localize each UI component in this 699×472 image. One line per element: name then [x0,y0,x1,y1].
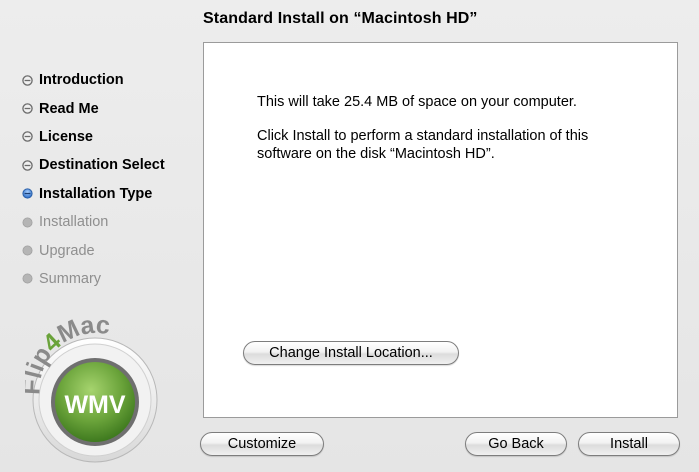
step-installation: Installation [22,208,202,236]
step-pending-icon [22,245,33,256]
window-title: Standard Install on “Macintosh HD” [203,10,478,27]
step-done-icon [22,103,33,114]
step-label: Installation [39,214,109,231]
installer-steps-sidebar: Introduction Read Me License Destination… [22,66,202,293]
step-done-icon [22,160,33,171]
install-button[interactable]: Install [578,432,680,456]
step-label: Introduction [39,72,124,89]
change-install-location-button[interactable]: Change Install Location... [243,341,459,365]
step-label: Read Me [39,100,99,117]
step-done-icon [22,131,33,143]
customize-button[interactable]: Customize [200,432,324,456]
step-label: Upgrade [39,242,95,259]
step-pending-icon [22,217,33,228]
step-summary: Summary [22,265,202,293]
step-installation-type: Installation Type [22,180,202,208]
logo-product-text: WMV [64,391,125,419]
space-required-message: This will take 25.4 MB of space on your … [257,94,577,110]
step-label: Destination Select [39,157,165,174]
install-description-message: Click Install to perform a standard inst… [257,128,589,162]
step-label: Summary [39,270,102,287]
flip4mac-wmv-logo: Flip4Mac WMV [25,311,158,463]
go-back-button[interactable]: Go Back [465,432,567,456]
step-label: Installation Type [39,185,153,202]
step-pending-icon [22,273,33,284]
step-introduction: Introduction [22,66,202,94]
step-current-icon [22,188,33,199]
step-read-me: Read Me [22,94,202,122]
step-license: License [22,123,202,151]
step-destination-select: Destination Select [22,151,202,179]
step-done-icon [22,74,33,86]
step-label: License [39,128,93,145]
step-upgrade: Upgrade [22,236,202,264]
